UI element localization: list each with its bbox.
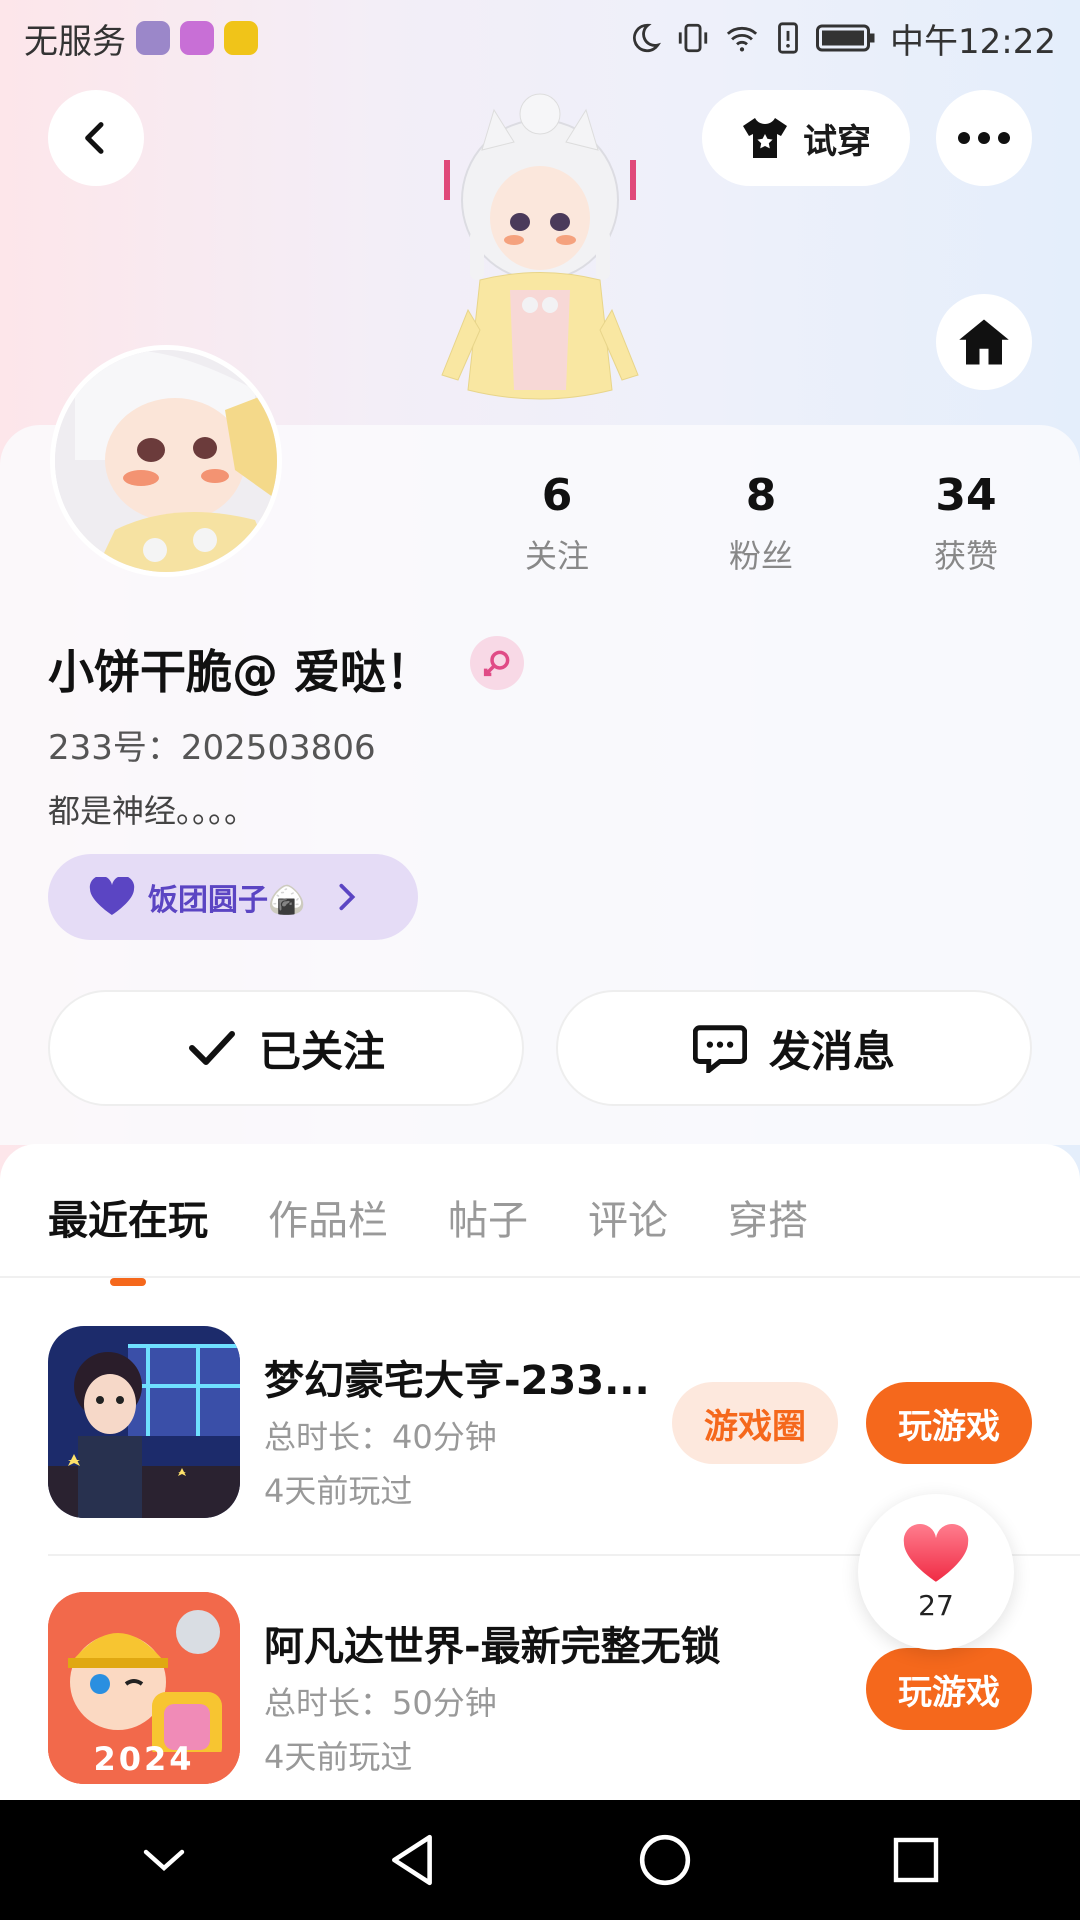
tab-posts[interactable]: 帖子 — [448, 1188, 528, 1246]
home-icon — [959, 319, 1009, 365]
game-icon-badge: 2024 — [93, 1740, 195, 1778]
list-item[interactable]: 梦幻豪宅大亨-233... 总时长：40分钟 4天前玩过 游戏圈 玩游戏 — [48, 1326, 1032, 1518]
notification-app-icon — [224, 21, 258, 55]
user-id: 233号：202503806 — [48, 728, 376, 768]
profile-name: 小饼干脆@ 爱哒！ — [48, 645, 433, 699]
likes-label: 获赞 — [933, 537, 998, 575]
followers-count: 8 — [745, 470, 777, 521]
game-duration: 总时长：40分钟 — [264, 1418, 497, 1456]
notification-app-icon — [136, 21, 170, 55]
following-stat[interactable]: 6 关注 — [477, 470, 637, 577]
back-button[interactable] — [48, 90, 144, 186]
message-button[interactable]: 发消息 — [556, 990, 1032, 1106]
club-badge[interactable]: 饭团圆子🍙 — [48, 854, 418, 940]
game-last-played: 4天前玩过 — [264, 1472, 413, 1510]
battery-icon — [816, 24, 875, 52]
more-button[interactable] — [936, 90, 1032, 186]
tab-comments[interactable]: 评论 — [588, 1188, 668, 1246]
likes-count: 34 — [935, 470, 997, 521]
following-label: 关注 — [524, 537, 589, 575]
like-float-button[interactable]: 27 — [858, 1494, 1014, 1650]
game-title: 阿凡达世界-最新完整无锁 — [264, 1624, 721, 1670]
home-circle-icon[interactable] — [638, 1833, 692, 1887]
system-nav-bar — [0, 1800, 1080, 1920]
carrier-text: 无服务 — [24, 21, 126, 62]
more-dots-icon — [958, 132, 1010, 144]
chat-bubble-icon — [692, 1025, 747, 1073]
avatar-character-figure — [420, 90, 660, 420]
home-button[interactable] — [936, 294, 1032, 390]
notification-app-icon — [180, 21, 214, 55]
followed-label: 已关注 — [258, 1026, 385, 1076]
game-circle-button[interactable]: 游戏圈 — [672, 1382, 838, 1464]
tab-works[interactable]: 作品栏 — [268, 1188, 388, 1246]
followed-button[interactable]: 已关注 — [48, 990, 524, 1106]
try-on-button[interactable]: 试穿 — [702, 90, 910, 186]
game-last-played: 4天前玩过 — [264, 1738, 413, 1776]
play-game-button[interactable]: 玩游戏 — [866, 1648, 1032, 1730]
user-bio: 都是神经。。。。 — [48, 792, 257, 830]
female-icon — [483, 650, 510, 677]
tab-divider — [0, 1276, 1080, 1278]
chevron-right-icon — [339, 883, 356, 911]
followers-stat[interactable]: 8 粉丝 — [681, 470, 841, 577]
like-count: 27 — [918, 1588, 954, 1622]
heart-badge-icon — [89, 877, 135, 915]
message-label: 发消息 — [768, 1026, 895, 1076]
tshirt-icon — [743, 118, 787, 158]
likes-stat[interactable]: 34 获赞 — [886, 470, 1046, 577]
play-game-button[interactable]: 玩游戏 — [866, 1382, 1032, 1464]
game-duration: 总时长：50分钟 — [264, 1684, 497, 1722]
recents-square-icon[interactable] — [892, 1836, 940, 1884]
wifi-icon — [726, 26, 758, 52]
game-icon[interactable]: 2024 — [48, 1592, 240, 1784]
tab-recently-played[interactable]: 最近在玩 — [48, 1188, 208, 1286]
heart-icon — [903, 1523, 969, 1582]
avatar-image — [55, 350, 277, 572]
club-name: 饭团圆子🍙 — [148, 883, 306, 918]
check-icon — [188, 1031, 235, 1065]
chevron-down-icon[interactable] — [140, 1845, 188, 1875]
following-count: 6 — [541, 470, 573, 521]
tab-outfits[interactable]: 穿搭 — [728, 1188, 808, 1246]
moon-icon — [633, 23, 662, 53]
status-bar: 无服务 中午12:22 — [0, 0, 1080, 76]
game-title: 梦幻豪宅大亨-233... — [264, 1358, 650, 1404]
clock-text: 中午12:22 — [890, 21, 1056, 62]
vibrate-icon — [678, 23, 708, 53]
game-icon[interactable] — [48, 1326, 240, 1518]
followers-label: 粉丝 — [728, 537, 793, 575]
avatar[interactable] — [50, 345, 282, 577]
sim-alert-icon — [778, 22, 798, 54]
gender-badge — [470, 636, 524, 690]
profile-tabs: 最近在玩 作品栏 帖子 评论 穿搭 — [48, 1188, 868, 1286]
chevron-left-icon — [85, 122, 104, 154]
try-on-label: 试穿 — [803, 121, 871, 162]
back-triangle-icon[interactable] — [388, 1833, 438, 1887]
